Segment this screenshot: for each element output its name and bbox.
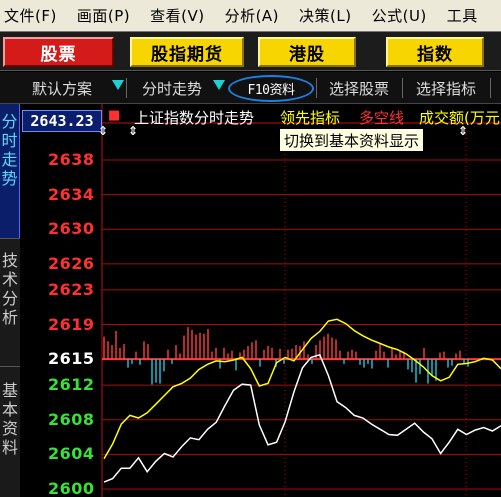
y-tick-label: 2630	[48, 219, 95, 239]
tab-fundamental[interactable]: 基本资料	[0, 366, 20, 497]
chart-title: 上证指数分时走势	[134, 109, 255, 127]
leading-indicator-line	[103, 318, 501, 460]
y-tick-label: 2612	[48, 375, 95, 395]
tab-technical-label: 技术分析	[1, 251, 18, 327]
legend-long-short-line: 多空线	[359, 109, 405, 127]
drag-marker-icon[interactable]: ⇕	[128, 124, 138, 138]
y-tick-label: 2619	[48, 314, 95, 334]
tab-fundamental-label: 基本资料	[1, 381, 18, 457]
y-tick-label: 2608	[48, 409, 95, 429]
y-tick-label: 2615	[48, 349, 95, 369]
tab-technical[interactable]: 技术分析	[0, 238, 20, 366]
index-price-line	[103, 353, 501, 483]
tab-intraday[interactable]: 分时走势	[0, 104, 20, 238]
tab-intraday-label: 分时走势	[1, 112, 18, 188]
y-tick-label: 2604	[48, 444, 95, 464]
y-tick-label: 2638	[48, 150, 95, 169]
drag-marker-icon[interactable]: ⇕	[98, 124, 108, 138]
square-marker-icon: ■	[108, 108, 121, 123]
y-tick-label: 2623	[48, 279, 95, 299]
y-tick-label: 2600	[48, 479, 95, 497]
y-tick-label: 2634	[48, 184, 95, 204]
legend-leading-indicator: 领先指标	[280, 109, 341, 127]
y-tick-label: 2626	[48, 253, 95, 273]
current-price-box: 2643.23	[22, 110, 102, 132]
f10-tooltip: 切换到基本资料显示	[279, 128, 425, 152]
drag-marker-icon[interactable]: ⇕	[458, 124, 468, 138]
